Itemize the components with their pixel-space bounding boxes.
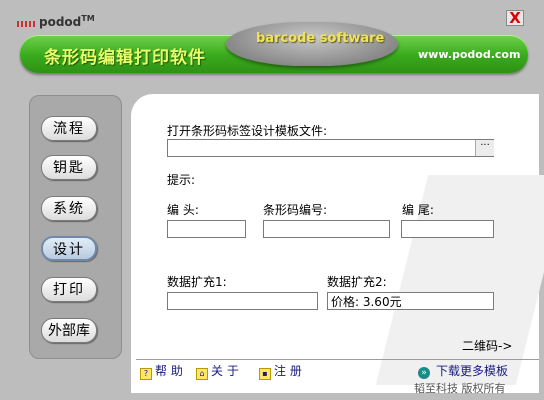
- lock-icon: ▪: [259, 368, 271, 380]
- sidebar-item-external-library[interactable]: 外部库: [41, 318, 97, 343]
- sidebar-item-process[interactable]: 流程: [41, 116, 97, 141]
- sidebar-item-design[interactable]: 设计: [41, 236, 97, 261]
- prefix-label: 编 头:: [167, 203, 199, 217]
- data-extension-1-label: 数据扩充1:: [167, 275, 227, 289]
- barcode-number-input[interactable]: [263, 220, 390, 238]
- suffix-input[interactable]: [401, 220, 494, 238]
- app-title: 条形码编辑打印软件: [44, 48, 206, 68]
- help-icon: ?: [140, 368, 152, 380]
- browse-button[interactable]: ···: [475, 140, 494, 156]
- copyright-text: 韬至科技 版权所有: [414, 382, 506, 395]
- data-extension-1-input[interactable]: [167, 292, 318, 310]
- data-extension-2-label: 数据扩充2:: [327, 275, 387, 289]
- about-link[interactable]: ⌂ 关 于: [196, 362, 239, 380]
- prefix-input[interactable]: [167, 220, 246, 238]
- sidebar-item-key[interactable]: 钥匙: [41, 155, 97, 180]
- tagline: barcode software: [256, 31, 385, 46]
- qr-code-link[interactable]: 二维码->: [462, 337, 512, 354]
- trademark: TM: [81, 14, 95, 23]
- home-icon: ⌂: [196, 368, 208, 380]
- sidebar: 流程 钥匙 系统 设计 打印 外部库: [29, 95, 122, 359]
- website-url: www.podod.com: [418, 48, 521, 61]
- barcode-number-label: 条形码编号:: [263, 203, 328, 217]
- open-template-label: 打开条形码标签设计模板文件:: [167, 124, 328, 138]
- help-link[interactable]: ? 帮 助: [140, 362, 183, 380]
- suffix-label: 编 尾:: [402, 203, 434, 217]
- download-templates-link[interactable]: » 下载更多模板: [418, 362, 508, 379]
- template-path-input[interactable]: [167, 139, 494, 157]
- brand-name: pododTM: [39, 14, 95, 29]
- register-link[interactable]: ▪ 注 册: [259, 362, 302, 380]
- brand-logo-dots: [17, 21, 35, 27]
- close-button[interactable]: X: [506, 10, 524, 26]
- data-extension-2-input[interactable]: [327, 292, 494, 310]
- hint-label: 提示:: [167, 173, 196, 187]
- sidebar-item-print[interactable]: 打印: [41, 277, 97, 302]
- sidebar-item-system[interactable]: 系统: [41, 196, 97, 221]
- forward-arrow-icon: »: [418, 367, 430, 379]
